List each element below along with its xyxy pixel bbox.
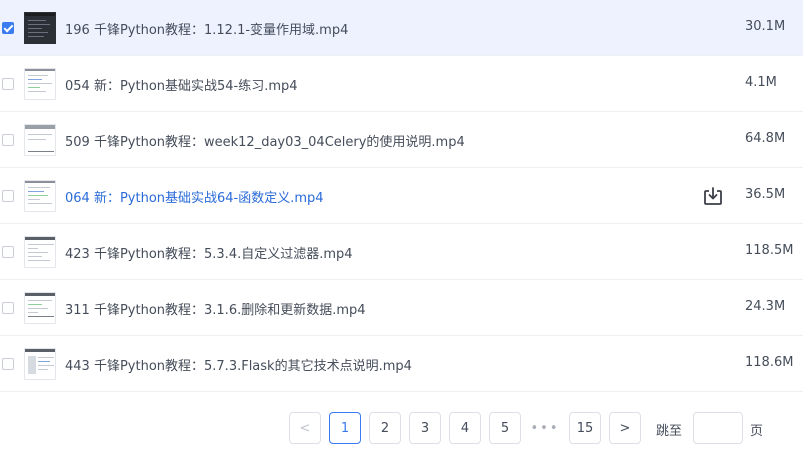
page-suffix-label: 页	[750, 424, 764, 439]
file-size: 64.8M	[745, 131, 786, 146]
next-icon: >	[619, 420, 631, 436]
prev-icon: <	[299, 420, 311, 436]
page-button[interactable]: 5	[489, 412, 521, 444]
file-row[interactable]: 311 千锋Python教程：3.1.6.删除和更新数据.mp4 24.3M	[0, 280, 803, 336]
row-checkbox[interactable]	[2, 246, 14, 258]
file-row[interactable]: 423 千锋Python教程：5.3.4.自定义过滤器.mp4 118.5M	[0, 224, 803, 280]
video-thumbnail[interactable]	[24, 236, 56, 268]
video-thumbnail[interactable]	[24, 68, 56, 100]
file-list: 196 千锋Python教程：1.12.1-变量作用域.mp4 30.1M 05…	[0, 0, 803, 392]
file-name[interactable]: 509 千锋Python教程：week12_day03_04Celery的使用说…	[65, 131, 465, 150]
row-checkbox[interactable]	[2, 22, 14, 34]
file-size: 30.1M	[745, 19, 786, 34]
more-pages-ellipsis[interactable]: •••	[529, 412, 561, 444]
prev-page-button[interactable]: <	[289, 412, 321, 444]
last-page-button[interactable]: 15	[569, 412, 601, 444]
file-row[interactable]: 064 新：Python基础实战64-函数定义.mp4 36.5M	[0, 168, 803, 224]
file-row[interactable]: 196 千锋Python教程：1.12.1-变量作用域.mp4 30.1M	[0, 0, 803, 56]
next-page-button[interactable]: >	[609, 412, 641, 444]
page-button[interactable]: 4	[449, 412, 481, 444]
file-row[interactable]: 054 新：Python基础实战54-练习.mp4 4.1M	[0, 56, 803, 112]
file-size: 4.1M	[745, 75, 777, 90]
file-size: 24.3M	[745, 299, 786, 314]
page-button[interactable]: 3	[409, 412, 441, 444]
jump-to-label: 跳至	[656, 424, 683, 439]
row-checkbox[interactable]	[2, 134, 14, 146]
jump-page-input[interactable]	[693, 412, 743, 444]
row-checkbox[interactable]	[2, 190, 14, 202]
file-name[interactable]: 443 千锋Python教程：5.7.3.Flask的其它技术点说明.mp4	[65, 355, 412, 374]
video-thumbnail[interactable]	[24, 12, 56, 44]
video-thumbnail[interactable]	[24, 124, 56, 156]
file-name[interactable]: 064 新：Python基础实战64-函数定义.mp4	[65, 187, 324, 206]
page-button[interactable]: 1	[329, 412, 361, 444]
file-row[interactable]: 509 千锋Python教程：week12_day03_04Celery的使用说…	[0, 112, 803, 168]
video-thumbnail[interactable]	[24, 180, 56, 212]
file-row[interactable]: 443 千锋Python教程：5.7.3.Flask的其它技术点说明.mp4 1…	[0, 336, 803, 392]
row-checkbox[interactable]	[2, 302, 14, 314]
file-size: 118.6M	[745, 355, 794, 370]
download-icon[interactable]	[702, 185, 724, 207]
row-checkbox[interactable]	[2, 358, 14, 370]
file-name[interactable]: 423 千锋Python教程：5.3.4.自定义过滤器.mp4	[65, 243, 353, 262]
file-size: 36.5M	[745, 187, 786, 202]
row-checkbox[interactable]	[2, 78, 14, 90]
page-button[interactable]: 2	[369, 412, 401, 444]
file-size: 118.5M	[745, 243, 794, 258]
video-thumbnail[interactable]	[24, 292, 56, 324]
file-name[interactable]: 196 千锋Python教程：1.12.1-变量作用域.mp4	[65, 19, 348, 38]
file-name[interactable]: 054 新：Python基础实战54-练习.mp4	[65, 75, 298, 94]
file-name[interactable]: 311 千锋Python教程：3.1.6.删除和更新数据.mp4	[65, 299, 366, 318]
video-thumbnail[interactable]	[24, 348, 56, 380]
